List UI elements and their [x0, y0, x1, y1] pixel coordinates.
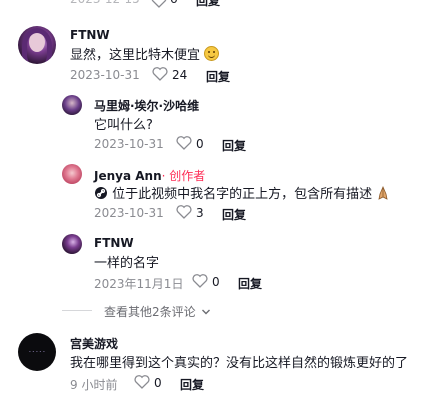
like-count: 6	[170, 0, 178, 6]
heart-icon[interactable]	[192, 274, 208, 288]
reply-button[interactable]: 回复	[180, 376, 204, 393]
comment-username[interactable]: FTNW	[70, 28, 110, 42]
avatar[interactable]	[62, 95, 82, 115]
heart-icon[interactable]	[151, 0, 167, 8]
view-more-label: 查看其他2条评论	[104, 305, 196, 319]
username-label: Jenya Ann	[94, 169, 162, 183]
comment-text: 一样的名字	[94, 256, 160, 271]
avatar-logo: ⁃ ⁃ ⁃ ⁃ ⁃	[28, 349, 46, 354]
like-count: 0	[196, 137, 204, 151]
heart-icon[interactable]	[134, 375, 150, 389]
like-count: 3	[196, 206, 204, 220]
chevron-down-icon	[202, 309, 211, 315]
link-icon	[94, 186, 108, 204]
comment-date: 2023年11月1日	[94, 277, 184, 291]
comment-text: 它叫什么?	[94, 118, 153, 133]
comment-username[interactable]: 宫美游戏	[70, 335, 118, 352]
avatar[interactable]	[62, 234, 82, 254]
comment-username[interactable]: 马里姆·埃尔·沙哈维	[94, 97, 199, 114]
avatar[interactable]: ⁃ ⁃ ⁃ ⁃ ⁃	[18, 333, 56, 371]
heart-icon[interactable]	[176, 136, 192, 150]
reply-button[interactable]: 回复	[206, 68, 230, 85]
comment-username[interactable]: Jenya Ann· 创作者	[94, 167, 205, 184]
avatar[interactable]	[18, 26, 56, 64]
reply-button[interactable]: 回复	[222, 137, 246, 154]
comment-date: 2023-10-31	[70, 68, 140, 82]
comment-text: 位于此视频中我名字的正上方，包含所有描述	[94, 183, 390, 204]
view-more-divider	[62, 310, 92, 311]
heart-icon[interactable]	[152, 67, 168, 81]
reply-button[interactable]: 回复	[222, 206, 246, 223]
heart-icon[interactable]	[176, 205, 192, 219]
like-count: 0	[154, 376, 162, 390]
comment-username[interactable]: FTNW	[94, 236, 134, 250]
creator-badge: · 创作者	[161, 169, 206, 183]
like-count: 0	[212, 275, 220, 289]
comment-date: 9 小时前	[70, 378, 118, 392]
like-count: 24	[172, 68, 188, 82]
reply-button[interactable]: 回复	[238, 275, 262, 292]
comment-text-label: 位于此视频中我名字的正上方，包含所有描述	[112, 187, 373, 202]
reply-button[interactable]: 回复	[196, 0, 220, 9]
comment-text: 显然，这里比特木便宜	[70, 44, 220, 63]
comment-text-label: 显然，这里比特木便宜	[70, 48, 201, 63]
smile-emoji-icon	[204, 46, 220, 61]
view-more-replies-button[interactable]: 查看其他2条评论	[104, 303, 211, 320]
comment-date: 2023-10-31	[94, 137, 164, 151]
comment-text: 我在哪里得到这个真实的？没有比这样自然的锻炼更好的了	[70, 356, 409, 371]
comment-date: 2023-12-15	[70, 0, 140, 6]
comment-date: 2023-10-31	[94, 206, 164, 220]
pray-emoji-icon	[376, 185, 390, 204]
avatar[interactable]	[62, 164, 82, 184]
